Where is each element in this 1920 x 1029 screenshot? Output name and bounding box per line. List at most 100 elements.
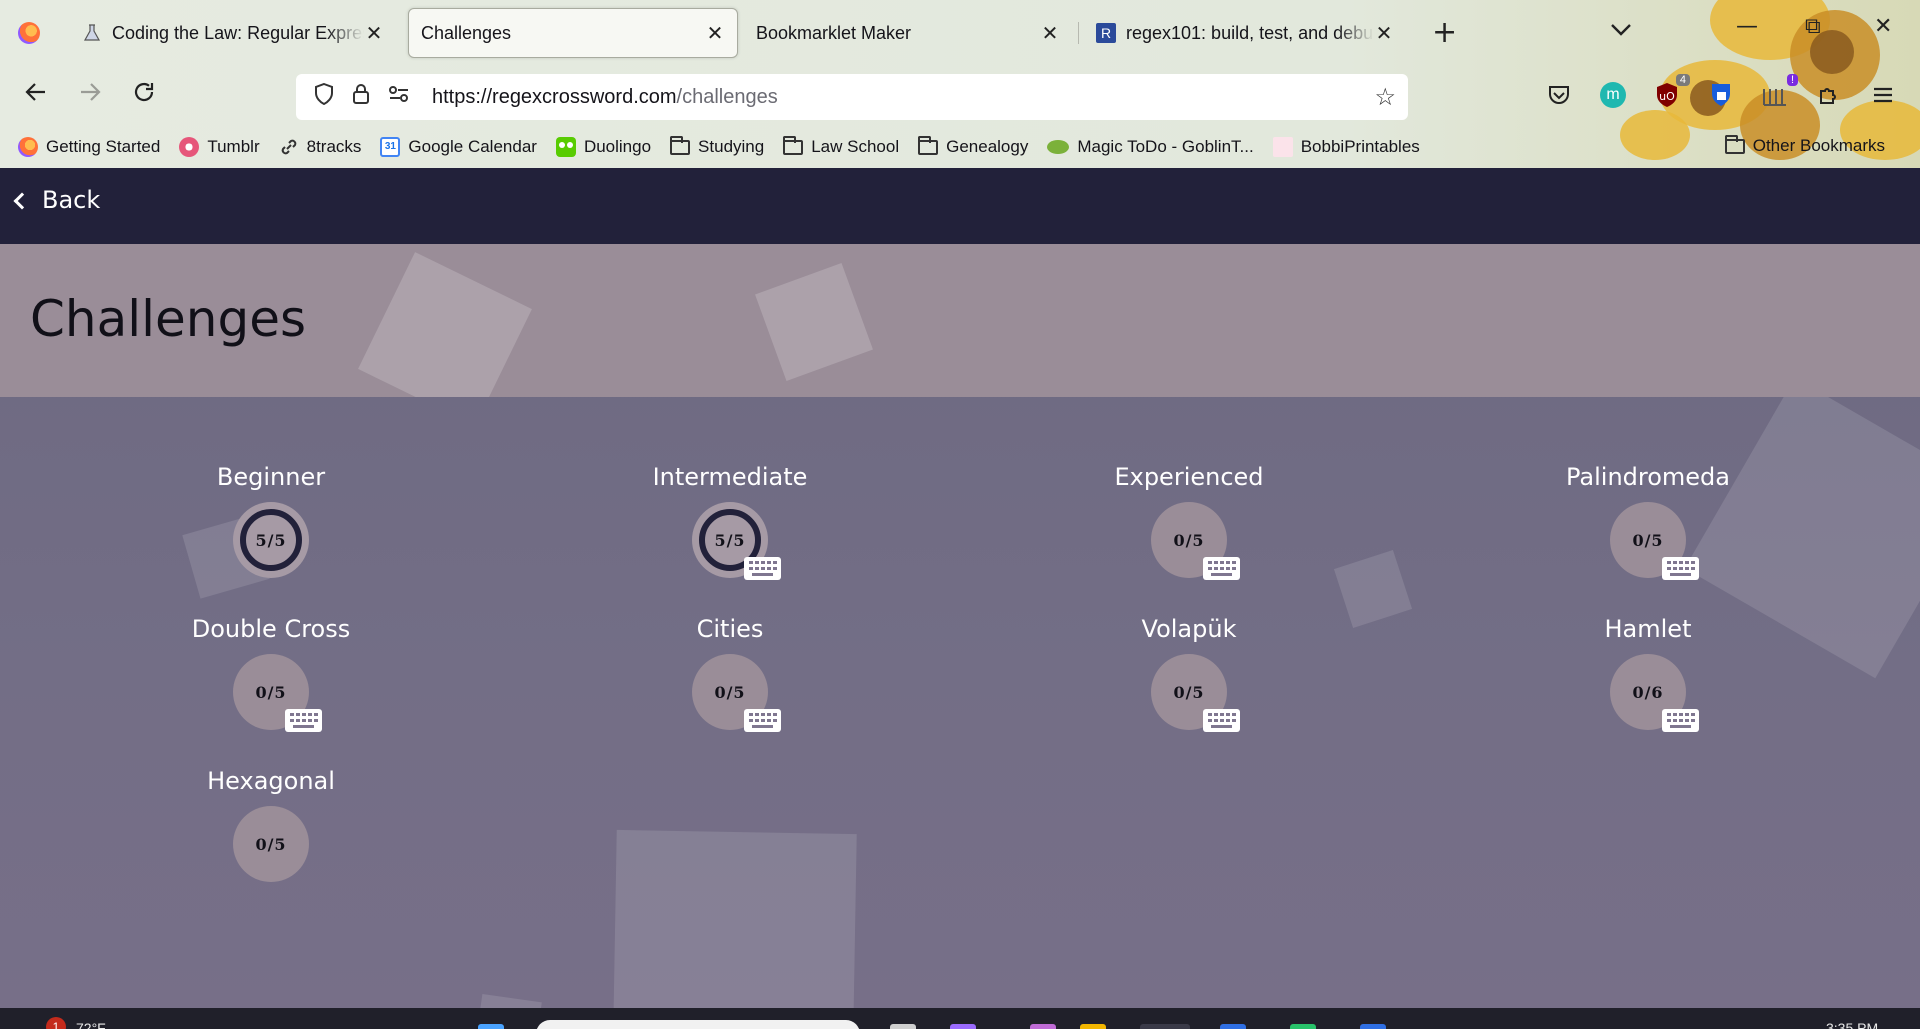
svg-text:uO: uO [1659,90,1675,103]
bookmark-8tracks[interactable]: 8tracks [279,137,361,157]
bookmark-folder-genealogy[interactable]: Genealogy [918,135,1028,157]
challenge-name[interactable]: Double Cross [121,612,421,646]
challenge-hamlet[interactable]: Hamlet 0/6 [1498,612,1798,732]
close-tab-icon[interactable]: ✕ [1374,21,1394,46]
taskbar-app-icon[interactable] [1140,1024,1190,1029]
goblin-icon [1047,140,1070,154]
close-tab-icon[interactable]: ✕ [364,21,384,46]
challenge-volap-k[interactable]: Volapük 0/5 [1039,612,1339,732]
reload-icon[interactable] [132,80,156,111]
bookmark-folder-law-school[interactable]: Law School [783,135,899,157]
folder-icon [670,135,691,155]
page-viewport: Back Challenges Beginner 5/5 Intermediate 5… [0,168,1920,1008]
close-window-icon[interactable]: ✕ [1874,14,1892,39]
bookmark-tumblr[interactable]: Tumblr [179,137,260,157]
taskbar-app-icon[interactable] [950,1024,976,1029]
tab-challenges[interactable]: Challenges ✕ [408,8,738,58]
bookmark-magic-todo[interactable]: Magic ToDo - GoblinT... [1047,137,1254,157]
progress-circle[interactable]: 0/5 [1610,502,1699,580]
flask-icon [82,23,102,43]
firefox-icon [18,137,38,157]
tracking-protection-shield-icon[interactable] [314,82,334,111]
extensions-puzzle-icon[interactable] [1814,80,1844,110]
tumblr-icon [179,137,200,157]
challenge-double-cross[interactable]: Double Cross 0/5 [121,612,421,732]
challenge-name[interactable]: Beginner [121,460,421,494]
clock-text[interactable]: 3:35 PM [1826,1020,1878,1029]
decorative-square [358,252,532,397]
folder-icon [783,135,804,155]
page-title: Challenges [30,290,307,348]
progress-circle[interactable]: 5/5 [233,502,309,578]
challenge-name[interactable]: Palindromeda [1498,460,1798,494]
challenge-score: 0/5 [1173,682,1205,702]
forward-arrow-icon[interactable] [78,80,102,111]
challenge-score: 5/5 [714,530,746,550]
progress-circle[interactable]: 0/5 [233,654,322,732]
bitwarden-icon[interactable] [1706,80,1736,110]
decorative-square [755,263,873,381]
taskbar-app-icon[interactable] [1220,1024,1246,1029]
challenge-experienced[interactable]: Experienced 0/5 [1039,460,1339,580]
challenge-name[interactable]: Hamlet [1498,612,1798,646]
other-bookmarks-folder[interactable]: Other Bookmarks [1724,134,1885,156]
progress-circle[interactable]: 0/5 [692,654,781,732]
challenge-name[interactable]: Intermediate [580,460,880,494]
challenge-intermediate[interactable]: Intermediate 5/5 [580,460,880,580]
bookmark-google-calendar[interactable]: 31 Google Calendar [380,137,537,157]
challenge-name[interactable]: Volapük [1039,612,1339,646]
progress-circle[interactable]: 5/5 [692,502,781,580]
taskbar-app-icon[interactable] [890,1024,916,1029]
challenge-beginner[interactable]: Beginner 5/5 [121,460,421,578]
weather-text[interactable]: 72°F [76,1020,106,1029]
progress-circle[interactable]: 0/6 [1610,654,1699,732]
challenge-name[interactable]: Cities [580,612,880,646]
taskbar-app-icon[interactable] [1360,1024,1386,1029]
folder-icon [918,135,939,155]
bookmark-bobbiprintables[interactable]: BobbiPrintables [1272,137,1420,157]
taskbar-search[interactable] [536,1020,860,1029]
challenge-name[interactable]: Experienced [1039,460,1339,494]
new-tab-button[interactable]: + [1432,16,1457,50]
tab-manager-badge: ! [1786,74,1798,86]
challenge-cities[interactable]: Cities 0/5 [580,612,880,732]
back-link[interactable]: Back [13,186,100,214]
tab-regex101[interactable]: R regex101: build, test, and debu ✕ [1084,8,1406,58]
taskbar-app-icon[interactable] [1080,1024,1106,1029]
bookmark-folder-studying[interactable]: Studying [670,135,764,157]
minimize-window-icon[interactable]: — [1736,14,1758,39]
address-bar[interactable]: https://regexcrossword.com/challenges ☆ [296,74,1408,120]
back-arrow-icon[interactable] [24,80,48,111]
ublock-origin-icon[interactable]: uO 4 [1652,74,1690,110]
firefox-logo-icon[interactable] [18,22,40,44]
profile-avatar-icon[interactable]: m [1598,80,1628,110]
progress-circle[interactable]: 0/5 [233,806,309,882]
start-icon[interactable] [478,1024,504,1029]
bookmark-duolingo[interactable]: Duolingo [555,137,651,157]
bookmark-getting-started[interactable]: Getting Started [18,137,160,157]
challenge-hexagonal[interactable]: Hexagonal 0/5 [121,764,421,882]
tab-manager-icon[interactable]: ! [1760,74,1798,110]
lock-icon[interactable] [352,83,370,111]
tab-bookmarklet-maker[interactable]: Bookmarklet Maker ✕ [744,8,1072,58]
url-text[interactable]: https://regexcrossword.com/challenges [432,86,1374,109]
hamburger-menu-icon[interactable] [1868,80,1898,110]
notification-badge[interactable]: 1 [46,1017,66,1029]
bookmark-star-icon[interactable]: ☆ [1374,83,1396,112]
taskbar-app-icon[interactable] [1030,1024,1056,1029]
folder-icon [1724,134,1745,154]
site-permissions-icon[interactable] [388,85,410,109]
bookmarks-toolbar: Getting Started Tumblr 8tracks 31 Google… [0,130,1920,164]
taskbar-app-icon[interactable] [1290,1024,1316,1029]
challenge-name[interactable]: Hexagonal [121,764,421,798]
progress-circle[interactable]: 0/5 [1151,654,1240,732]
restore-window-icon[interactable]: ⧉ [1805,14,1821,39]
tab-coding-the-law[interactable]: Coding the Law: Regular Expres ✕ [70,8,396,58]
progress-circle[interactable]: 0/5 [1151,502,1240,580]
pocket-icon[interactable] [1544,80,1574,110]
challenge-palindromeda[interactable]: Palindromeda 0/5 [1498,460,1798,580]
close-tab-icon[interactable]: ✕ [1040,21,1060,46]
keyboard-icon [744,709,781,732]
close-tab-icon[interactable]: ✕ [705,21,725,46]
list-all-tabs-chevron-icon[interactable] [1610,18,1632,42]
